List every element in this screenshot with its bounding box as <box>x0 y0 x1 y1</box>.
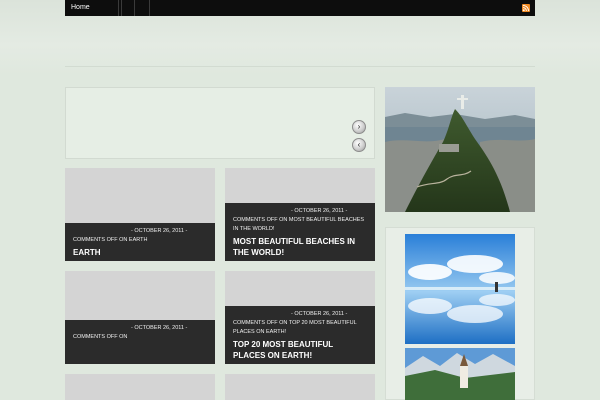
sidebar-ad-box <box>385 227 535 400</box>
post-title[interactable]: TOP 20 MOST BEAUTIFUL PLACES ON EARTH! <box>233 339 367 361</box>
post-card[interactable]: - OCTOBER 26, 2011 - COMMENTS OFF ON MOS… <box>225 168 375 261</box>
sidebar-photo[interactable] <box>385 87 535 212</box>
post-date: - OCTOBER 26, 2011 - <box>291 311 348 317</box>
post-card[interactable] <box>65 374 215 400</box>
post-comments-link[interactable]: COMMENTS OFF ON <box>73 333 207 342</box>
post-caption: - OCTOBER 26, 2011 - COMMENTS OFF ON MOS… <box>225 203 375 261</box>
chevron-right-icon[interactable]: › <box>352 120 366 134</box>
nav-divider <box>134 0 135 16</box>
post-card[interactable]: - OCTOBER 26, 2011 - COMMENTS OFF ON TOP… <box>225 271 375 364</box>
post-caption: - OCTOBER 26, 2011 - COMMENTS OFF ON TOP… <box>225 306 375 364</box>
nav-divider <box>149 0 150 16</box>
post-caption: - OCTOBER 26, 2011 - COMMENTS OFF ON <box>65 320 215 364</box>
nav-divider <box>121 0 122 16</box>
chevron-left-icon[interactable]: ‹ <box>352 138 366 152</box>
nav-home-link[interactable]: Home <box>69 0 92 16</box>
post-card[interactable]: - OCTOBER 26, 2011 - COMMENTS OFF ON EAR… <box>65 168 215 261</box>
mountain-statue-image <box>385 87 535 212</box>
sky-reflection-image[interactable] <box>405 234 515 344</box>
top-navigation-bar: Home <box>65 0 535 16</box>
lake-church-image[interactable] <box>405 348 515 400</box>
post-comments-link[interactable]: COMMENTS OFF ON EARTH <box>73 236 207 245</box>
post-title[interactable]: MOST BEAUTIFUL BEACHES IN THE WORLD! <box>233 236 367 258</box>
post-date: - OCTOBER 26, 2011 - <box>131 325 188 331</box>
rss-icon[interactable] <box>522 4 530 12</box>
post-card[interactable] <box>225 374 375 400</box>
post-caption: - OCTOBER 26, 2011 - COMMENTS OFF ON EAR… <box>65 223 215 261</box>
nav-divider <box>118 0 119 16</box>
post-title[interactable]: EARTH <box>73 247 207 258</box>
post-date: - OCTOBER 26, 2011 - <box>131 228 188 234</box>
featured-slider: › ‹ <box>65 87 375 159</box>
post-comments-link[interactable]: COMMENTS OFF ON MOST BEAUTIFUL BEACHES I… <box>233 216 367 234</box>
header-divider <box>65 66 535 67</box>
post-comments-link[interactable]: COMMENTS OFF ON TOP 20 MOST BEAUTIFUL PL… <box>233 319 367 337</box>
post-date: - OCTOBER 26, 2011 - <box>291 208 348 214</box>
post-card[interactable]: - OCTOBER 26, 2011 - COMMENTS OFF ON <box>65 271 215 364</box>
